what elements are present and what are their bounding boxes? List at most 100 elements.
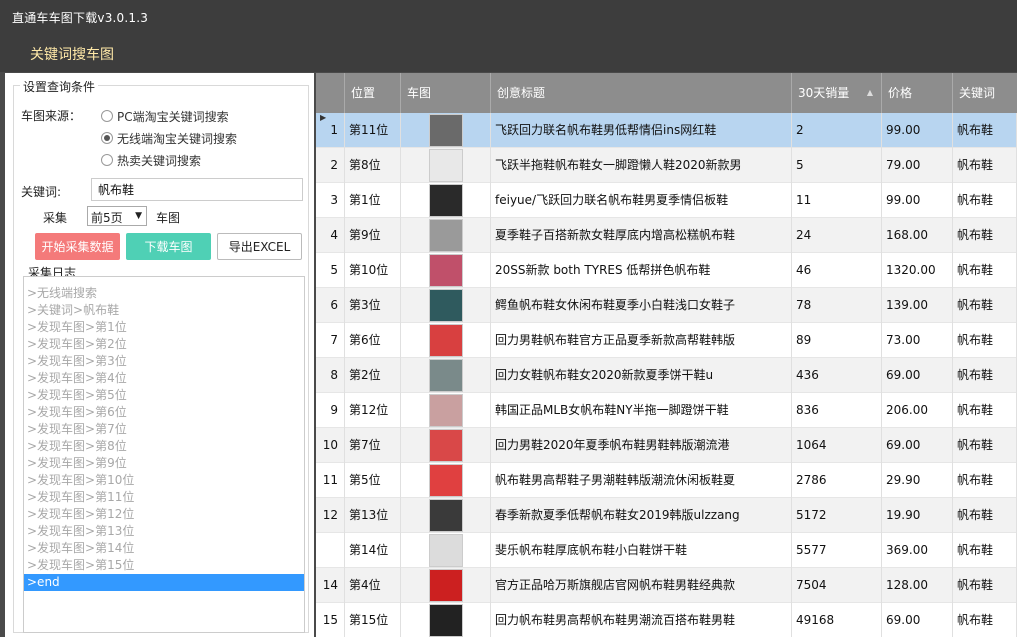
log-list[interactable]: >无线端搜索 >关键词>帆布鞋 >发现车图>第1位 >发现车图>第2位 >发现车图>第3…	[23, 276, 305, 633]
log-line[interactable]: >发现车图>第6位	[24, 404, 304, 421]
row-index[interactable]	[316, 533, 345, 568]
table-row[interactable]: 1 第11位 飞跃回力联名帆布鞋男低帮情侣ins网红鞋 2 99.00 帆布鞋 ▶	[316, 113, 1017, 148]
log-line[interactable]: >关键词>帆布鞋	[24, 302, 304, 319]
cell-position[interactable]: 第11位	[345, 113, 401, 148]
table-row[interactable]: 9 第12位 韩国正品MLB女帆布鞋NY半拖一脚蹬饼干鞋 836 206.00 帆布鞋	[316, 393, 1017, 428]
cell-position[interactable]: 第2位	[345, 358, 401, 393]
header-image[interactable]: 车图	[401, 73, 491, 113]
chevron-down-icon[interactable]: ▼	[135, 211, 142, 221]
cell-keyword[interactable]: 帆布鞋	[953, 288, 1017, 323]
row-index[interactable]: 5	[316, 253, 345, 288]
cell-price[interactable]: 139.00	[882, 288, 953, 323]
cell-position[interactable]: 第1位	[345, 183, 401, 218]
log-line[interactable]: >发现车图>第3位	[24, 353, 304, 370]
log-line[interactable]: >发现车图>第14位	[24, 540, 304, 557]
cell-image[interactable]	[401, 253, 491, 288]
cell-keyword[interactable]: 帆布鞋	[953, 603, 1017, 637]
cell-price[interactable]: 69.00	[882, 428, 953, 463]
cell-position[interactable]: 第8位	[345, 148, 401, 183]
table-row[interactable]: 8 第2位 回力女鞋帆布鞋女2020新款夏季饼干鞋u 436 69.00 帆布鞋	[316, 358, 1017, 393]
cell-keyword[interactable]: 帆布鞋	[953, 183, 1017, 218]
cell-image[interactable]	[401, 428, 491, 463]
cell-sales[interactable]: 436	[792, 358, 882, 393]
log-line[interactable]: >发现车图>第12位	[24, 506, 304, 523]
cell-sales[interactable]: 5577	[792, 533, 882, 568]
cell-price[interactable]: 1320.00	[882, 253, 953, 288]
row-index[interactable]: 6	[316, 288, 345, 323]
cell-sales[interactable]: 5	[792, 148, 882, 183]
cell-position[interactable]: 第13位	[345, 498, 401, 533]
log-line[interactable]: >发现车图>第4位	[24, 370, 304, 387]
cell-title[interactable]: 官方正品哈万斯旗舰店官网帆布鞋男鞋经典款	[491, 568, 792, 603]
log-line[interactable]: >发现车图>第13位	[24, 523, 304, 540]
cell-keyword[interactable]: 帆布鞋	[953, 218, 1017, 253]
cell-title[interactable]: 回力男鞋2020年夏季帆布鞋男鞋韩版潮流港	[491, 428, 792, 463]
section-title[interactable]: 关键词搜车图	[30, 44, 114, 64]
cell-sales[interactable]: 24	[792, 218, 882, 253]
cell-price[interactable]: 69.00	[882, 603, 953, 637]
row-index[interactable]: 12	[316, 498, 345, 533]
table-row[interactable]: 3 第1位 feiyue/飞跃回力联名帆布鞋男夏季情侣板鞋 11 99.00 帆布鞋	[316, 183, 1017, 218]
cell-title[interactable]: 韩国正品MLB女帆布鞋NY半拖一脚蹬饼干鞋	[491, 393, 792, 428]
header-position[interactable]: 位置	[345, 73, 401, 113]
cell-keyword[interactable]: 帆布鞋	[953, 253, 1017, 288]
cell-title[interactable]: 飞跃回力联名帆布鞋男低帮情侣ins网红鞋	[491, 113, 792, 148]
radio-hot-search[interactable]: 热卖关键词搜索	[101, 151, 201, 169]
cell-price[interactable]: 19.90	[882, 498, 953, 533]
row-index[interactable]: 3	[316, 183, 345, 218]
table-row[interactable]: 第14位 斐乐帆布鞋厚底帆布鞋小白鞋饼干鞋 5577 369.00 帆布鞋	[316, 533, 1017, 568]
cell-position[interactable]: 第7位	[345, 428, 401, 463]
log-line[interactable]: >发现车图>第10位	[24, 472, 304, 489]
cell-title[interactable]: 回力帆布鞋男高帮帆布鞋男潮流百搭布鞋男鞋	[491, 603, 792, 637]
cell-sales[interactable]: 11	[792, 183, 882, 218]
keyword-input[interactable]	[91, 178, 303, 201]
row-index[interactable]: 4	[316, 218, 345, 253]
car-image-thumbnail[interactable]	[429, 254, 463, 287]
car-image-thumbnail[interactable]	[429, 604, 463, 637]
car-image-thumbnail[interactable]	[429, 429, 463, 462]
table-row[interactable]: 5 第10位 20SS新款 both TYRES 低帮拼色帆布鞋 46 1320.00 帆…	[316, 253, 1017, 288]
cell-price[interactable]: 69.00	[882, 358, 953, 393]
cell-sales[interactable]: 1064	[792, 428, 882, 463]
cell-title[interactable]: 春季新款夏季低帮帆布鞋女2019韩版ulzzang	[491, 498, 792, 533]
cell-image[interactable]	[401, 148, 491, 183]
radio-hot-dot[interactable]	[101, 154, 113, 166]
cell-price[interactable]: 79.00	[882, 148, 953, 183]
cell-image[interactable]	[401, 603, 491, 637]
cell-image[interactable]	[401, 113, 491, 148]
row-index[interactable]: 7	[316, 323, 345, 358]
cell-title[interactable]: 夏季鞋子百搭新款女鞋厚底内增高松糕帆布鞋	[491, 218, 792, 253]
cell-title[interactable]: 斐乐帆布鞋厚底帆布鞋小白鞋饼干鞋	[491, 533, 792, 568]
cell-image[interactable]	[401, 183, 491, 218]
cell-price[interactable]: 73.00	[882, 323, 953, 358]
cell-image[interactable]	[401, 218, 491, 253]
cell-image[interactable]	[401, 358, 491, 393]
cell-keyword[interactable]: 帆布鞋	[953, 323, 1017, 358]
header-price[interactable]: 价格	[882, 73, 953, 113]
table-row[interactable]: 15 第15位 回力帆布鞋男高帮帆布鞋男潮流百搭布鞋男鞋 49168 69.00 帆布鞋	[316, 603, 1017, 637]
log-line[interactable]: >发现车图>第15位	[24, 557, 304, 574]
export-excel-button[interactable]: 导出EXCEL	[217, 233, 302, 260]
radio-mobile-dot[interactable]	[101, 132, 113, 144]
header-keyword[interactable]: 关键词	[953, 73, 1017, 113]
log-line[interactable]: >发现车图>第8位	[24, 438, 304, 455]
row-index[interactable]: 9	[316, 393, 345, 428]
log-line[interactable]: >发现车图>第11位	[24, 489, 304, 506]
cell-position[interactable]: 第6位	[345, 323, 401, 358]
cell-position[interactable]: 第10位	[345, 253, 401, 288]
cell-keyword[interactable]: 帆布鞋	[953, 428, 1017, 463]
cell-sales[interactable]: 89	[792, 323, 882, 358]
header-title[interactable]: 创意标题	[491, 73, 792, 113]
cell-title[interactable]: 回力男鞋帆布鞋官方正品夏季新款高帮鞋韩版	[491, 323, 792, 358]
cell-keyword[interactable]: 帆布鞋	[953, 498, 1017, 533]
radio-pc-search[interactable]: PC端淘宝关键词搜索	[101, 107, 229, 125]
cell-position[interactable]: 第5位	[345, 463, 401, 498]
cell-keyword[interactable]: 帆布鞋	[953, 463, 1017, 498]
car-image-thumbnail[interactable]	[429, 569, 463, 602]
cell-sales[interactable]: 46	[792, 253, 882, 288]
cell-keyword[interactable]: 帆布鞋	[953, 533, 1017, 568]
cell-image[interactable]	[401, 568, 491, 603]
row-index[interactable]: 2	[316, 148, 345, 183]
table-row[interactable]: 12 第13位 春季新款夏季低帮帆布鞋女2019韩版ulzzang 5172 19.90…	[316, 498, 1017, 533]
cell-position[interactable]: 第9位	[345, 218, 401, 253]
